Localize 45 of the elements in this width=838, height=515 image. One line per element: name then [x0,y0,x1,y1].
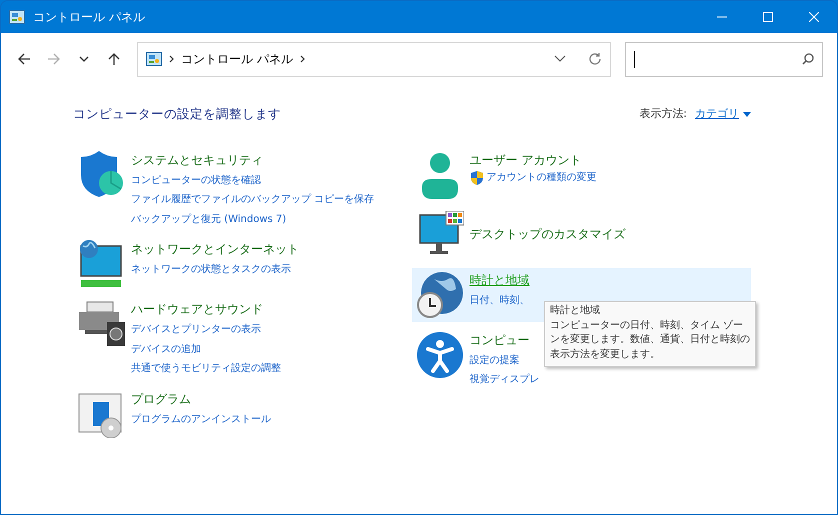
control-panel-icon [146,52,162,66]
category-link[interactable]: 共通で使うモビリティ設定の調整 [131,361,281,378]
category-link[interactable]: ファイル履歴でファイルのバックアップ コピーを保存 [131,192,374,209]
category-link[interactable]: プログラムのアンインストール [131,412,271,428]
tooltip-title: 時計と地域 [550,304,601,318]
category-title[interactable]: プログラム [131,390,191,409]
chevron-icon[interactable] [298,54,306,64]
category-title[interactable]: コンピュー [470,330,530,350]
close-icon [809,12,819,22]
dropdown-caret-icon[interactable] [554,55,566,63]
uac-shield-icon [470,171,484,185]
category-title[interactable]: ユーザー アカウント [470,150,582,170]
search-field[interactable] [625,42,823,76]
category-link[interactable]: コンピューターの状態を確認 [131,172,261,190]
forward-arrow-icon [47,52,61,66]
back-arrow-icon [17,52,31,66]
category-link[interactable]: アカウントの種類の変更 [470,170,597,186]
view-by-dropdown[interactable]: カテゴリ [695,106,751,123]
printer-speaker-icon[interactable] [77,300,125,348]
control-panel-icon [9,10,25,24]
category-title[interactable]: ハードウェアとサウンド [131,300,263,320]
page-heading: コンピューターの設定を調整します [73,105,282,123]
category-link[interactable]: デバイスとプリンターの表示 [131,322,261,339]
network-icon[interactable] [77,240,125,288]
view-by-label: 表示方法: [639,106,687,122]
category-link[interactable]: 設定の提案 [470,352,520,370]
up-arrow-icon [107,52,121,66]
breadcrumb-link[interactable]: コントロール パネル [181,50,293,68]
category-title[interactable]: ネットワークとインターネット [131,240,299,260]
category-link[interactable]: デバイスの追加 [131,342,201,358]
search-icon [802,53,814,65]
category-title[interactable]: システムとセキュリティ [131,150,263,170]
chevron-icon[interactable] [168,54,175,64]
category-link[interactable]: バックアップと復元 (Windows 7) [131,212,286,228]
globe-clock-icon[interactable] [416,270,464,319]
category-link[interactable]: ネットワークの状態とタスクの表示 [131,262,291,279]
window-title: コントロール パネル [33,9,146,26]
maximize-icon [763,12,773,22]
category-link[interactable]: 日付、時刻、 [470,292,530,310]
category-title[interactable]: デスクトップのカスタマイズ [470,225,626,244]
category-title[interactable]: 時計と地域 [470,270,530,290]
accessibility-icon[interactable] [416,330,464,379]
dropdown-caret-icon [743,112,751,117]
category-link[interactable]: 視覚ディスプレ [470,372,540,389]
refresh-icon[interactable] [588,52,602,66]
